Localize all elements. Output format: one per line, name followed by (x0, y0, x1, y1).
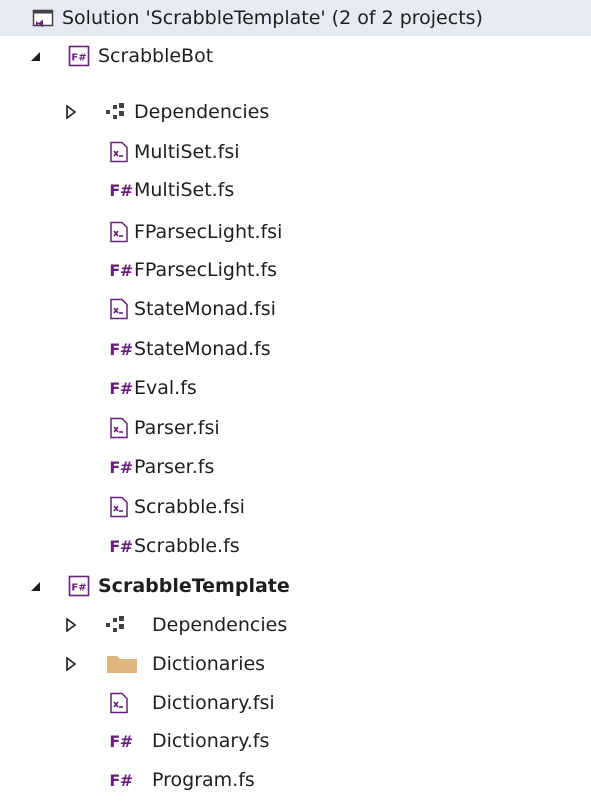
solution-node[interactable]: Solution 'ScrabbleTemplate' (2 of 2 proj… (0, 0, 591, 36)
fsharp-project-icon: F# (68, 45, 90, 67)
tree-item-label: StateMonad.fs (134, 338, 271, 360)
fsi-file-icon (108, 141, 130, 163)
project-node-scrabblebot[interactable]: F# ScrabbleBot (0, 37, 591, 75)
svg-text:F#: F# (71, 53, 86, 64)
collapsed-arrow-icon[interactable] (60, 101, 82, 123)
fsi-file-icon (108, 417, 130, 439)
svg-text:F#: F# (71, 583, 86, 594)
solution-label: Solution 'ScrabbleTemplate' (2 of 2 proj… (62, 7, 483, 29)
tree-item-label: Program.fs (152, 769, 255, 791)
tree-item-file[interactable]: F# Parser.fs (0, 448, 591, 486)
folder-icon (104, 653, 140, 675)
project-label: ScrabbleBot (98, 45, 214, 67)
tree-item-file[interactable]: F# FParsecLight.fs (0, 251, 591, 289)
tree-item-label: Scrabble.fs (134, 535, 240, 557)
fsi-file-icon (108, 298, 130, 320)
fsi-file-icon (108, 221, 130, 243)
tree-item-label: Dictionary.fsi (152, 692, 275, 714)
tree-item-file[interactable]: Parser.fsi (0, 409, 591, 447)
fs-file-icon: F# (109, 180, 133, 200)
fs-file-icon: F# (109, 457, 133, 477)
tree-item-file[interactable]: MultiSet.fsi (0, 133, 591, 171)
solution-icon (32, 8, 54, 30)
project-label: ScrabbleTemplate (98, 575, 290, 597)
tree-item-label: MultiSet.fs (134, 179, 235, 201)
solution-explorer-tree: Solution 'ScrabbleTemplate' (2 of 2 proj… (0, 0, 591, 791)
tree-item-file[interactable]: F# StateMonad.fs (0, 330, 591, 368)
tree-item-file[interactable]: Dictionary.fsi (0, 684, 591, 722)
tree-item-dependencies[interactable]: Dependencies (0, 606, 591, 644)
tree-item-label: MultiSet.fsi (134, 141, 240, 163)
tree-item-file[interactable]: Scrabble.fsi (0, 488, 591, 526)
tree-item-dependencies[interactable]: Dependencies (0, 93, 591, 131)
fsi-file-icon (108, 496, 130, 518)
dependencies-icon (104, 614, 126, 636)
tree-item-label: Dependencies (152, 614, 288, 636)
tree-item-file[interactable]: F# Dictionary.fs (0, 722, 591, 760)
tree-item-folder[interactable]: Dictionaries (0, 645, 591, 683)
tree-item-file[interactable]: F# Program.fs (0, 761, 591, 799)
tree-item-label: Dependencies (134, 101, 270, 123)
expanded-arrow-icon[interactable] (24, 45, 46, 67)
tree-item-label: Dictionaries (152, 653, 266, 675)
tree-item-label: Dictionary.fs (152, 730, 270, 752)
dependencies-icon (104, 101, 126, 123)
collapsed-arrow-icon[interactable] (60, 614, 82, 636)
fs-file-icon: F# (109, 378, 133, 398)
fs-file-icon: F# (109, 770, 133, 790)
tree-item-file[interactable]: F# Scrabble.fs (0, 527, 591, 565)
fsi-file-icon (108, 692, 130, 714)
tree-item-label: Parser.fsi (134, 417, 220, 439)
tree-item-file[interactable]: FParsecLight.fsi (0, 213, 591, 251)
tree-item-label: FParsecLight.fs (134, 259, 278, 281)
tree-item-file[interactable]: StateMonad.fsi (0, 290, 591, 328)
fs-file-icon: F# (109, 339, 133, 359)
fs-file-icon: F# (109, 536, 133, 556)
fsharp-project-icon: F# (68, 575, 90, 597)
tree-item-label: StateMonad.fsi (134, 298, 276, 320)
collapsed-arrow-icon[interactable] (60, 653, 82, 675)
tree-item-label: Eval.fs (134, 377, 197, 399)
fs-file-icon: F# (109, 260, 133, 280)
tree-item-file[interactable]: F# Eval.fs (0, 369, 591, 407)
expanded-arrow-icon[interactable] (24, 575, 46, 597)
tree-item-label: FParsecLight.fsi (134, 221, 283, 243)
tree-item-file[interactable]: F# MultiSet.fs (0, 171, 591, 209)
project-node-scrabbletemplate[interactable]: F# ScrabbleTemplate (0, 567, 591, 605)
tree-item-label: Scrabble.fsi (134, 496, 245, 518)
tree-item-label: Parser.fs (134, 456, 215, 478)
fs-file-icon: F# (109, 731, 133, 751)
